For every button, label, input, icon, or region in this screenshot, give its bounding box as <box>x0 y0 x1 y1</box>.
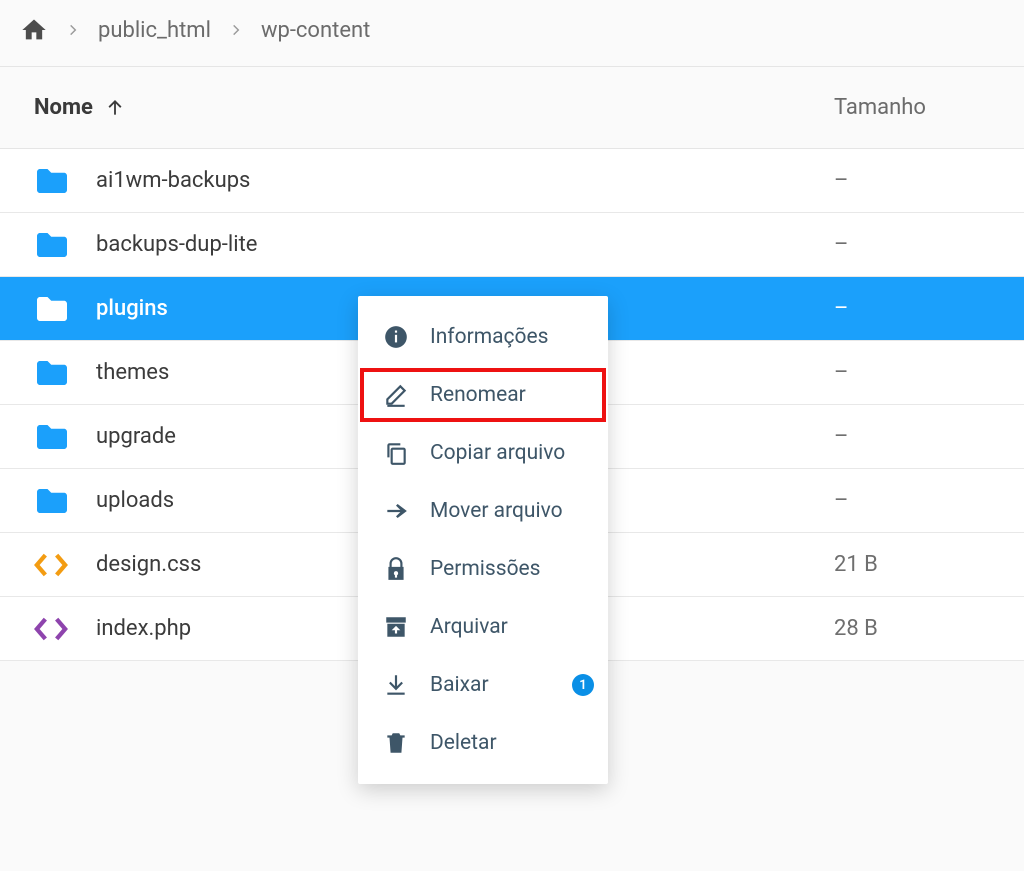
column-headers: Nome Tamanho <box>0 67 1024 148</box>
menu-item-label: Permissões <box>430 557 541 581</box>
folder-icon <box>34 166 70 196</box>
code-file-icon <box>34 552 68 578</box>
download-icon <box>382 672 410 698</box>
archive-icon <box>382 614 410 640</box>
file-name: ai1wm-backups <box>96 168 834 193</box>
move-icon <box>382 498 410 524</box>
file-size: – <box>834 488 1004 513</box>
copy-icon <box>382 440 410 466</box>
lock-icon <box>382 556 410 582</box>
file-size: 21 B <box>834 552 1004 577</box>
file-size: – <box>834 296 1004 321</box>
menu-item-label: Arquivar <box>430 615 508 639</box>
folder-icon <box>34 422 70 452</box>
column-header-size[interactable]: Tamanho <box>834 95 1004 120</box>
menu-item-rename[interactable]: Renomear <box>358 366 608 424</box>
menu-item-archive[interactable]: Arquivar <box>358 598 608 656</box>
folder-icon <box>34 358 70 388</box>
delete-icon <box>382 730 410 756</box>
menu-item-label: Renomear <box>430 383 526 407</box>
file-row[interactable]: backups-dup-lite– <box>0 213 1024 277</box>
menu-item-lock[interactable]: Permissões <box>358 540 608 598</box>
menu-badge: 1 <box>572 674 594 696</box>
menu-item-copy[interactable]: Copiar arquivo <box>358 424 608 482</box>
breadcrumb-item[interactable]: public_html <box>98 18 211 43</box>
menu-item-label: Deletar <box>430 731 497 755</box>
menu-item-label: Mover arquivo <box>430 499 563 523</box>
file-size: – <box>834 232 1004 257</box>
sort-ascending-icon <box>105 98 125 118</box>
home-icon[interactable] <box>20 16 48 44</box>
menu-item-label: Baixar <box>430 673 489 697</box>
file-size: – <box>834 360 1004 385</box>
menu-item-info[interactable]: Informações <box>358 308 608 366</box>
menu-item-delete[interactable]: Deletar <box>358 714 608 772</box>
menu-item-move[interactable]: Mover arquivo <box>358 482 608 540</box>
info-icon <box>382 324 410 350</box>
file-row[interactable]: ai1wm-backups– <box>0 149 1024 213</box>
chevron-right-icon <box>229 23 243 37</box>
folder-icon <box>34 230 70 260</box>
breadcrumb: public_html wp-content <box>0 0 1024 67</box>
rename-icon <box>382 382 410 408</box>
column-name-label: Nome <box>34 95 93 120</box>
menu-item-label: Copiar arquivo <box>430 441 565 465</box>
file-size: 28 B <box>834 616 1004 641</box>
chevron-right-icon <box>66 23 80 37</box>
file-size: – <box>834 424 1004 449</box>
column-header-name[interactable]: Nome <box>34 95 834 120</box>
file-name: backups-dup-lite <box>96 232 834 257</box>
folder-icon <box>34 486 70 516</box>
menu-item-download[interactable]: Baixar 1 <box>358 656 608 714</box>
context-menu: Informações Renomear Copiar arquivo Mover a… <box>358 296 608 784</box>
file-size: – <box>834 168 1004 193</box>
folder-icon <box>34 294 70 324</box>
breadcrumb-item[interactable]: wp-content <box>261 18 370 43</box>
code-file-icon <box>34 616 68 642</box>
menu-item-label: Informações <box>430 325 548 349</box>
